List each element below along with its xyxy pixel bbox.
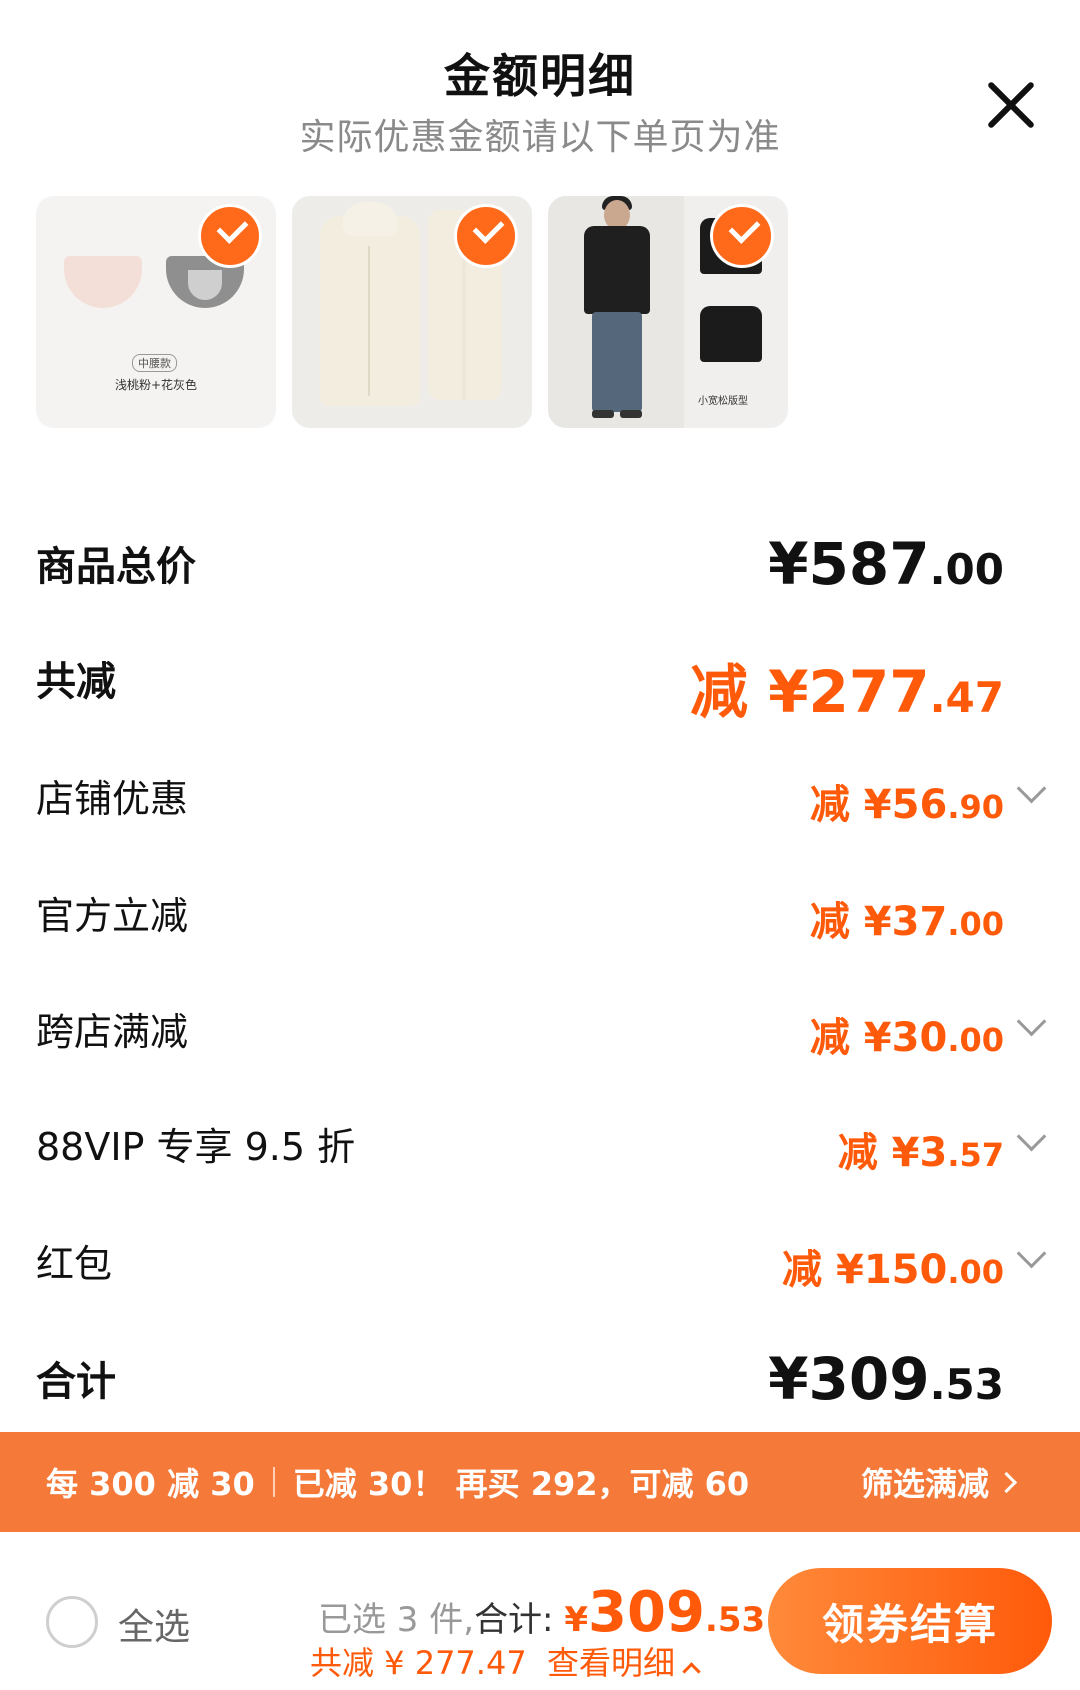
promo-status: 已减 30！ 再买 292，可减 60 (292, 1465, 750, 1503)
total-price-amount: ¥587.00 (768, 530, 1004, 598)
vip-discount-amount: 减 ¥3.57 (837, 1130, 1004, 1176)
select-all-radio[interactable] (46, 1596, 98, 1648)
row-label: 商品总价 (36, 544, 196, 590)
grand-total-amount: ¥309.53 (768, 1345, 1004, 1413)
select-all-label[interactable]: 全选 (118, 1598, 190, 1650)
discount-text: 共减 ¥ 277.47 (310, 1644, 527, 1682)
chevron-up-icon (682, 1662, 701, 1681)
divider (272, 1467, 275, 1497)
cross-store-amount: 减 ¥30.00 (809, 1015, 1004, 1061)
product-thumb-jacket[interactable]: 小宽松版型 (548, 196, 788, 428)
close-icon[interactable] (984, 78, 1038, 132)
total-int: 309 (588, 1580, 705, 1645)
row-total-price: 商品总价 ¥587.00 (36, 530, 1044, 600)
checkmark-icon[interactable] (198, 204, 262, 268)
product-caption: 小宽松版型 (698, 396, 748, 407)
checkmark-icon[interactable] (710, 204, 774, 268)
row-cross-store-discount[interactable]: 跨店满减 减 ¥30.00 (36, 1001, 1047, 1061)
checkout-button[interactable]: 领券结算 (768, 1568, 1052, 1674)
promo-info: 每 300 减 30 已减 30！ 再买 292，可减 60 (46, 1432, 749, 1532)
promo-bar: 每 300 减 30 已减 30！ 再买 292，可减 60 筛选满减 (0, 1432, 1080, 1532)
promo-rule: 每 300 减 30 (46, 1465, 255, 1503)
amount-detail-sheet: 金额明细 实际优惠金额请以下单页为准 中腰款 浅桃粉+花灰色 小宽松版型 商品总… (0, 0, 1080, 1690)
filter-discount-link[interactable]: 筛选满减 (860, 1432, 1018, 1532)
page-subtitle: 实际优惠金额请以下单页为准 (299, 117, 781, 158)
row-vip-discount[interactable]: 88VIP 专享 9.5 折 减 ¥3.57 (36, 1116, 1047, 1176)
chevron-right-icon (995, 1471, 1018, 1493)
chevron-down-icon[interactable] (1016, 1121, 1047, 1152)
chevron-down-icon[interactable] (1016, 1238, 1047, 1269)
product-thumb-briefs[interactable]: 中腰款 浅桃粉+花灰色 (36, 196, 276, 428)
red-packet-amount: 减 ¥150.00 (782, 1247, 1004, 1293)
official-discount-amount: 减 ¥37.00 (809, 899, 1004, 945)
view-detail-link[interactable]: 查看明细 (547, 1644, 675, 1682)
product-caption: 浅桃粉+花灰色 (114, 378, 198, 392)
total-discount-amount: 减 ¥277.47 (689, 658, 1004, 726)
product-image (64, 256, 142, 308)
product-image (342, 202, 398, 236)
product-thumb-fleece-set[interactable] (292, 196, 532, 428)
currency: ¥ (564, 1600, 589, 1640)
row-label: 共减 (36, 659, 116, 705)
selected-count: 已选 3 件, (318, 1600, 475, 1640)
total-label: 合计: (474, 1600, 554, 1640)
row-label: 店铺优惠 (36, 777, 189, 821)
product-image (700, 306, 762, 362)
row-label: 官方立减 (36, 894, 189, 938)
selected-summary: 已选 3 件,合计: ¥309.53 (318, 1580, 765, 1645)
discount-summary[interactable]: 共减 ¥ 277.47 查看明细 (310, 1638, 701, 1684)
product-tag: 中腰款 (132, 354, 177, 372)
row-red-packet[interactable]: 红包 减 ¥150.00 (36, 1233, 1047, 1293)
row-label: 红包 (36, 1242, 113, 1286)
filter-label: 筛选满减 (860, 1465, 989, 1503)
row-label: 跨店满减 (36, 1010, 189, 1054)
product-image (320, 216, 420, 406)
row-shop-discount[interactable]: 店铺优惠 减 ¥56.90 (36, 768, 1047, 828)
chevron-down-icon[interactable] (1016, 1006, 1047, 1037)
row-official-discount: 官方立减 减 ¥37.00 (36, 885, 1044, 945)
shop-discount-amount: 减 ¥56.90 (809, 782, 1004, 828)
total-dec: .53 (704, 1600, 766, 1640)
page-title: 金额明细 (444, 49, 636, 103)
row-label: 88VIP 专享 9.5 折 (36, 1125, 356, 1169)
row-label: 合计 (36, 1359, 116, 1405)
product-image (548, 196, 684, 428)
row-total-discount: 共减 减 ¥277.47 (36, 645, 1044, 726)
checkmark-icon[interactable] (454, 204, 518, 268)
chevron-down-icon[interactable] (1016, 773, 1047, 804)
row-grand-total: 合计 ¥309.53 (36, 1345, 1044, 1415)
